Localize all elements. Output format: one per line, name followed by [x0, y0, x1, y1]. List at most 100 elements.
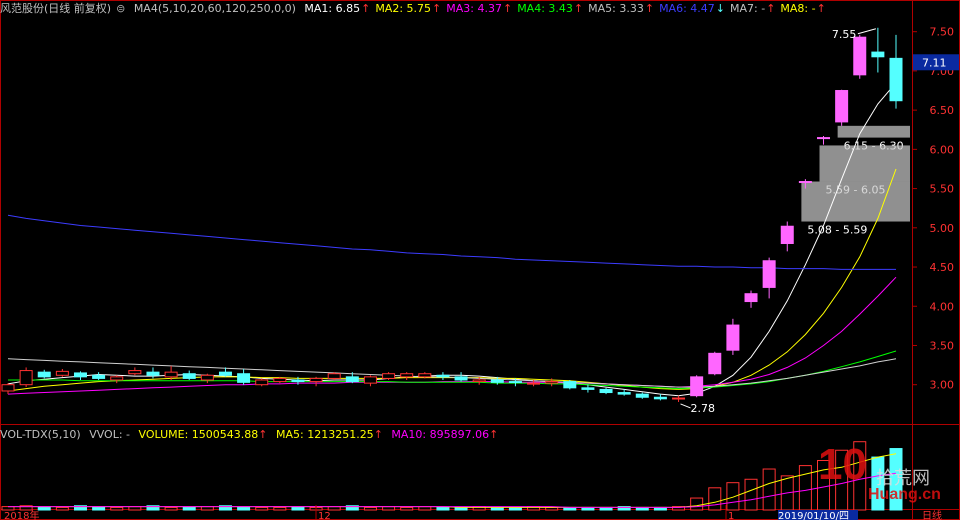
candle-body — [327, 373, 341, 379]
candle-body — [762, 260, 776, 288]
y-tick-label: 4.50 — [930, 261, 955, 274]
candle-body — [37, 371, 51, 378]
y-tick-label: 4.00 — [930, 300, 955, 313]
candle-body — [73, 372, 87, 378]
arrow-icon: ↑ — [432, 2, 442, 15]
arrow-icon: ↑ — [361, 2, 371, 15]
ma-item-7: MA7: - — [730, 2, 766, 15]
candle-body — [508, 381, 522, 384]
candle-body — [889, 57, 903, 102]
ma-item-1: MA1: 6.85 — [304, 2, 361, 15]
candle-body — [853, 36, 867, 76]
up-arrow-icon: ↑ — [489, 428, 499, 441]
vol-ma10-value: MA10: 895897.06 — [391, 428, 490, 441]
watermark-number: 10 — [818, 440, 867, 489]
candle-body — [690, 376, 704, 397]
ma-item-4: MA4: 3.43 — [517, 2, 573, 15]
candle-body — [672, 397, 686, 400]
y-tick-label: 7.50 — [930, 26, 955, 39]
candle-body — [255, 379, 269, 386]
y-tick-label: 5.00 — [930, 222, 955, 235]
volume-bar — [436, 506, 450, 511]
arrow-icon: ↑ — [816, 2, 826, 15]
high-label: 7.55 — [832, 28, 857, 41]
gap-label: 5.08 - 5.59 — [807, 224, 867, 237]
moving-average-lines — [7, 82, 897, 397]
candle-body — [653, 396, 667, 400]
candle-body — [237, 373, 251, 383]
candle-body — [527, 382, 541, 385]
volume-bar — [273, 506, 287, 511]
x-tick-label: 1 — [728, 511, 734, 520]
x-tick-label: 2019/01/10/四 — [778, 511, 849, 520]
candle-body — [798, 181, 812, 184]
gap-box — [819, 145, 910, 182]
volume-bar — [762, 468, 776, 511]
candle-body — [835, 90, 849, 123]
arrow-icon: ↑ — [644, 2, 655, 15]
ma-line-ma4 — [8, 350, 897, 390]
vol-indicator-name: VOL-TDX(5,10) — [0, 428, 81, 441]
volume-bar — [110, 506, 124, 511]
arrow-icon: ↑ — [502, 2, 513, 15]
candle-body — [780, 225, 794, 244]
candle-body — [472, 379, 486, 383]
candle-body — [617, 392, 631, 395]
ma-item-3: MA3: 4.37 — [446, 2, 502, 15]
candle-body — [581, 387, 595, 390]
candle-body — [55, 370, 69, 376]
candle-body — [708, 352, 722, 375]
up-arrow-icon: ↑ — [258, 428, 268, 441]
candle-body — [726, 324, 740, 351]
candle-body — [309, 377, 323, 383]
volume-bar — [726, 482, 740, 511]
y-tick-label: 5.50 — [930, 183, 955, 196]
low-label: 2.78 — [691, 402, 716, 415]
y-tick-label: 6.00 — [930, 143, 955, 156]
x-tick-label: 2018年 — [4, 509, 39, 520]
x-tick-label: 12 — [318, 511, 331, 520]
candle-body — [382, 373, 396, 379]
price-axis: 7.507.006.506.005.505.004.504.003.503.00… — [912, 26, 959, 392]
volume-bar — [690, 497, 704, 511]
volume-bar — [55, 506, 69, 511]
ma-item-5: MA5: 3.33 — [588, 2, 644, 15]
vol-ma5-value: MA5: 1213251.25 — [275, 428, 374, 441]
ma-item-8: MA8: - — [780, 2, 816, 15]
volume-bar — [708, 487, 722, 511]
up-arrow-icon: ↑ — [373, 428, 383, 441]
low-pointer — [680, 403, 691, 409]
candle-body — [92, 374, 106, 379]
volume-bars[interactable] — [1, 441, 903, 511]
settings-circle-icon[interactable]: ⊜ — [116, 2, 125, 15]
candle-body — [454, 376, 468, 381]
volume-bar — [255, 506, 269, 511]
candle-body — [599, 388, 613, 394]
site-watermark: 10 拾荒网 Huang.cn — [818, 440, 953, 512]
y-tick-label: 6.50 — [930, 104, 955, 117]
ma-item-6: MA6: 4.47 — [659, 2, 715, 15]
candle-body — [871, 51, 885, 58]
ma-params: MA4(5,10,20,60,120,250,0,0) — [133, 2, 296, 15]
candle-body — [545, 381, 559, 384]
candle-body — [164, 371, 178, 378]
candle-body — [218, 371, 232, 376]
candle-body — [273, 377, 287, 383]
candle-body — [436, 374, 450, 378]
candle-body — [182, 373, 196, 379]
candle-body — [744, 293, 758, 303]
volume-bar — [363, 506, 377, 511]
arrow-icon: ↑ — [573, 2, 584, 15]
watermark-en: Huang.cn — [868, 486, 941, 503]
price-header: 风范股份(日线 前复权) ⊜ MA4(5,10,20,60,120,250,0,0… — [0, 0, 836, 18]
candle-body — [563, 381, 577, 389]
arrow-icon: ↓ — [715, 2, 725, 15]
high-pointer — [857, 28, 877, 35]
candle-body — [490, 379, 504, 383]
ma-line-ma1 — [7, 82, 897, 397]
stock-title: 风范股份(日线 前复权) — [0, 2, 112, 15]
candle-body — [110, 376, 124, 381]
candle-body — [363, 376, 377, 384]
candlesticks[interactable] — [1, 27, 903, 402]
candle-body — [418, 373, 432, 378]
